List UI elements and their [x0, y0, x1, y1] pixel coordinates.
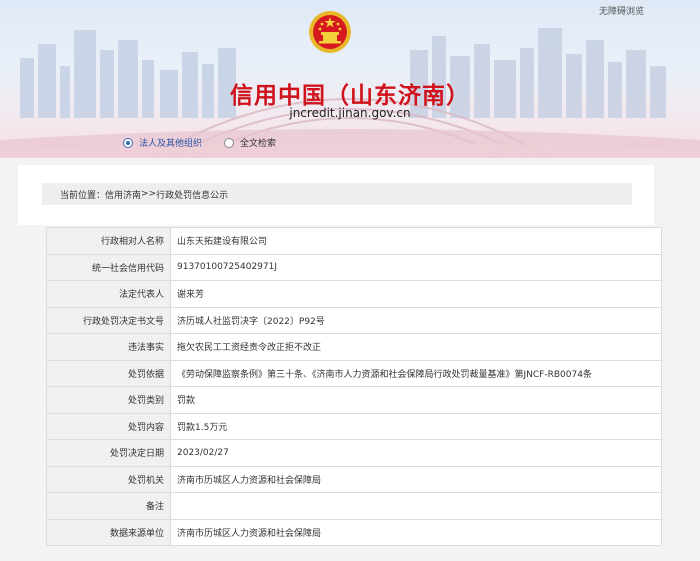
search-option-label: 全文检索: [240, 139, 277, 149]
breadcrumb: 当前位置： 信用济南 >> 行政处罚信息公示: [42, 183, 632, 205]
breadcrumb-separator: >>: [141, 189, 157, 199]
field-value: 谢来芳: [170, 280, 662, 308]
national-emblem-icon: [309, 11, 351, 53]
radio-selected-icon[interactable]: [123, 137, 133, 148]
field-label: 处罚类别: [46, 386, 171, 414]
table-row: 统一社会信用代码 91370100725402971J: [46, 253, 662, 281]
table-row: 法定代表人 谢来芳: [46, 280, 662, 308]
table-row: 处罚决定日期 2023/02/27: [46, 439, 662, 467]
site-url: jncredit.jinan.gov.cn: [289, 106, 411, 120]
field-value: 罚款1.5万元: [170, 412, 662, 440]
breadcrumb-current: 行政处罚信息公示: [156, 190, 229, 201]
search-option-label: 法人及其他组织: [139, 139, 203, 149]
breadcrumb-panel: 当前位置： 信用济南 >> 行政处罚信息公示: [18, 165, 654, 225]
field-label: 处罚机关: [46, 465, 171, 493]
field-value: 罚款: [170, 386, 662, 414]
field-label: 处罚依据: [46, 359, 171, 387]
radio-unselected-icon[interactable]: [224, 137, 235, 148]
field-value: 济南市历城区人力资源和社会保障局: [170, 465, 662, 493]
field-value: [170, 492, 662, 520]
search-scope-options: 法人及其他组织 全文检索: [123, 136, 276, 149]
field-label: 法定代表人: [46, 280, 171, 308]
field-label: 行政相对人名称: [46, 227, 171, 255]
breadcrumb-home-link[interactable]: 信用济南: [105, 188, 141, 201]
field-label: 统一社会信用代码: [46, 253, 171, 281]
field-value: 2023/02/27: [170, 439, 662, 467]
table-row: 数据来源单位 济南市历城区人力资源和社会保障局: [46, 518, 662, 546]
accessibility-link[interactable]: 无障碍浏览: [599, 4, 644, 17]
field-value: 《劳动保障监察条例》第三十条、《济南市人力资源和社会保障局行政处罚裁量基准》第J…: [170, 359, 662, 387]
field-value: 济历城人社监罚决字〔2022〕P92号: [170, 306, 662, 334]
field-label: 处罚内容: [46, 412, 171, 440]
field-label: 违法事实: [46, 333, 171, 361]
field-label: 备注: [46, 492, 171, 520]
table-row: 备注: [46, 492, 662, 520]
penalty-detail-table: 行政相对人名称 山东天拓建设有限公司 统一社会信用代码 913701007254…: [46, 227, 662, 546]
field-value: 山东天拓建设有限公司: [170, 227, 662, 255]
search-option-full-text[interactable]: 全文检索: [224, 136, 276, 149]
field-value: 91370100725402971J: [170, 253, 662, 281]
breadcrumb-prefix: 当前位置：: [60, 190, 106, 201]
table-row: 处罚类别 罚款: [46, 386, 662, 414]
table-row: 行政处罚决定书文号 济历城人社监罚决字〔2022〕P92号: [46, 306, 662, 334]
table-row: 行政相对人名称 山东天拓建设有限公司: [46, 227, 662, 255]
field-value: 拖欠农民工工资经责令改正拒不改正: [170, 333, 662, 361]
table-row: 处罚内容 罚款1.5万元: [46, 412, 662, 440]
header-banner: 无障碍浏览 信用中国（山东济南） jncredit.jinan.gov.cn 法…: [0, 0, 700, 158]
field-value: 济南市历城区人力资源和社会保障局: [170, 518, 662, 546]
table-row: 违法事实 拖欠农民工工资经责令改正拒不改正: [46, 333, 662, 361]
field-label: 数据来源单位: [46, 518, 171, 546]
table-row: 处罚依据 《劳动保障监察条例》第三十条、《济南市人力资源和社会保障局行政处罚裁量…: [46, 359, 662, 387]
search-option-legal-entity[interactable]: 法人及其他组织: [123, 136, 202, 149]
field-label: 处罚决定日期: [46, 439, 171, 467]
table-row: 处罚机关 济南市历城区人力资源和社会保障局: [46, 465, 662, 493]
site-title: 信用中国（山东济南）: [230, 83, 470, 109]
field-label: 行政处罚决定书文号: [46, 306, 171, 334]
